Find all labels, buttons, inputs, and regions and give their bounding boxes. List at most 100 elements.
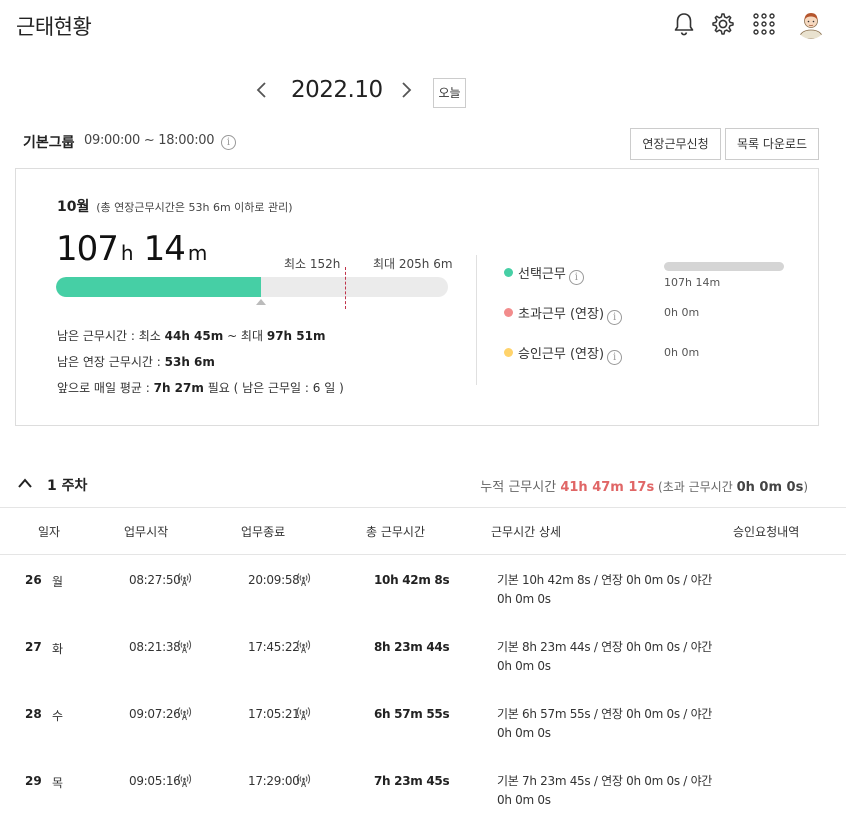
over-value: 0h 0m 0s xyxy=(736,480,804,495)
monthly-summary-card: 10월 (총 연장근무시간은 53h 6m 이하로 관리) 107 h 14 m 최소… xyxy=(15,168,819,426)
column-header: 업무시작 xyxy=(124,525,169,539)
gps-signal-icon[interactable] xyxy=(296,572,311,587)
legend-dot xyxy=(504,348,513,357)
gps-signal-icon[interactable] xyxy=(177,706,192,721)
remaining-hours-text: 남은 근무시간 : 최소 44h 45m ~ 최대 97h 51m xyxy=(57,327,325,344)
minutes-unit: m xyxy=(187,241,208,265)
remaining-ext: 53h 6m xyxy=(164,355,215,369)
info-icon[interactable]: i xyxy=(607,310,623,325)
download-list-button[interactable]: 목록 다운로드 xyxy=(725,128,819,160)
column-header: 승인요청내역 xyxy=(733,525,800,539)
remaining-ext-prefix: 남은 연장 근무시간 : xyxy=(57,355,165,369)
start-time: 08:21:38 xyxy=(129,640,181,654)
column-header: 일자 xyxy=(38,525,61,539)
table-row[interactable]: 27 화 08:21:38 17:45:22 8h 23m 44s 기본 8h … xyxy=(0,637,846,703)
table-row[interactable]: 26 월 08:27:50 20:09:58 10h 42m 8s 기본 10h… xyxy=(0,570,846,636)
current-month: 2022.10 xyxy=(291,77,383,103)
legend-label: 선택근무 xyxy=(518,267,566,282)
approved-work-value: 0h 0m xyxy=(664,346,700,359)
info-icon[interactable]: i xyxy=(221,135,236,150)
page-title: 근태현황 xyxy=(16,15,92,39)
group-name: 기본그룹 xyxy=(23,135,75,151)
info-icon[interactable]: i xyxy=(607,350,623,365)
over-prefix: (초과 근무시간 xyxy=(654,480,737,494)
daily-prefix: 앞으로 매일 평균 : xyxy=(57,381,154,395)
work-progress-bar xyxy=(56,277,448,297)
avatar[interactable] xyxy=(796,9,826,39)
work-group-row: 기본그룹 09:00:00 ~ 18:00:00 i 연장근무신청 목록 다운로… xyxy=(0,128,846,160)
table-row[interactable]: 28 수 09:07:26 17:05:21 6h 57m 55s 기본 6h … xyxy=(0,704,846,770)
day-weekday: 월 xyxy=(52,575,64,589)
total-work-time: 6h 57m 55s xyxy=(374,707,450,721)
gps-signal-icon[interactable] xyxy=(177,639,192,654)
column-header: 업무종료 xyxy=(241,525,286,539)
legend-approved-work: 승인근무 (연장) i xyxy=(504,343,623,365)
summary-title: 10월 (총 연장근무시간은 53h 6m 이하로 관리) xyxy=(57,196,293,216)
daily-suffix: 필요 ( 남은 근무일 : 6 일 ) xyxy=(203,381,344,395)
legend-overtime: 초과근무 (연장) i xyxy=(504,303,623,325)
end-time: 17:29:00 xyxy=(248,774,300,788)
month-navigation: 2022.10 오늘 xyxy=(0,74,846,110)
start-time: 08:27:50 xyxy=(129,573,181,587)
end-time: 17:05:21 xyxy=(248,707,300,721)
total-work-time: 8h 23m 44s xyxy=(374,640,450,654)
legend-selective-work: 선택근무 i xyxy=(504,263,584,285)
max-hours-label: 최대 205h 6m xyxy=(373,257,453,271)
total-hours: 107 xyxy=(56,229,119,269)
column-header: 근무시간 상세 xyxy=(491,525,562,539)
work-progress-fill xyxy=(56,277,261,297)
cum-prefix: 누적 근무시간 xyxy=(480,480,561,495)
chevron-left-icon[interactable] xyxy=(250,76,274,104)
week-header[interactable]: 1 주차 누적 근무시간 41h 47m 17s (초과 근무시간 0h 0m … xyxy=(0,470,846,500)
remaining-overtime-text: 남은 연장 근무시간 : 53h 6m xyxy=(57,353,215,370)
group-time-range: 09:00:00 ~ 18:00:00 xyxy=(84,133,215,148)
gps-signal-icon[interactable] xyxy=(296,773,311,788)
total-worked-time: 107 h 14 m xyxy=(56,229,217,269)
progress-pointer-icon xyxy=(256,299,266,305)
gps-signal-icon[interactable] xyxy=(177,572,192,587)
total-minutes: 14 xyxy=(143,229,186,269)
day-number: 29 xyxy=(25,774,42,788)
daily-avg: 7h 27m xyxy=(153,381,204,395)
table-row[interactable]: 29 목 09:05:16 17:29:00 7h 23m 45s 기본 7h … xyxy=(0,771,846,813)
end-time: 20:09:58 xyxy=(248,573,300,587)
day-number: 28 xyxy=(25,707,42,721)
apps-grid-icon[interactable] xyxy=(751,11,777,37)
work-time-detail: 기본 10h 42m 8s / 연장 0h 0m 0s / 야간 0h 0m 0… xyxy=(497,573,713,606)
gps-signal-icon[interactable] xyxy=(296,639,311,654)
overtime-request-button[interactable]: 연장근무신청 xyxy=(630,128,721,160)
work-time-detail: 기본 8h 23m 44s / 연장 0h 0m 0s / 야간 0h 0m 0… xyxy=(497,640,713,673)
day-weekday: 목 xyxy=(52,776,64,790)
column-header: 총 근무시간 xyxy=(366,525,426,539)
info-icon[interactable]: i xyxy=(568,270,584,285)
work-time-detail: 기본 6h 57m 55s / 연장 0h 0m 0s / 야간 0h 0m 0… xyxy=(497,707,713,740)
start-time: 09:07:26 xyxy=(129,707,181,721)
gps-signal-icon[interactable] xyxy=(296,706,311,721)
remaining-mid: ~ 최대 xyxy=(223,329,267,343)
chevron-right-icon[interactable] xyxy=(394,76,418,104)
gps-signal-icon[interactable] xyxy=(177,773,192,788)
summary-divider xyxy=(476,255,477,385)
over-suffix: ) xyxy=(803,480,808,494)
day-weekday: 화 xyxy=(52,642,64,656)
gear-icon[interactable] xyxy=(710,11,736,37)
total-work-time: 7h 23m 45s xyxy=(374,774,450,788)
bell-icon[interactable] xyxy=(671,11,697,37)
remaining-prefix: 남은 근무시간 : 최소 xyxy=(57,329,165,343)
remaining-min: 44h 45m xyxy=(164,329,224,343)
cumulative-hours: 누적 근무시간 41h 47m 17s (초과 근무시간 0h 0m 0s) xyxy=(480,476,808,495)
remaining-max: 97h 51m xyxy=(266,329,326,343)
min-hours-label: 최소 152h xyxy=(284,257,341,271)
today-button[interactable]: 오늘 xyxy=(433,78,466,108)
day-weekday: 수 xyxy=(52,709,64,723)
cum-value: 41h 47m 17s xyxy=(560,480,655,495)
selective-work-bar xyxy=(664,262,784,271)
overtime-value: 0h 0m xyxy=(664,306,700,319)
chevron-up-icon[interactable] xyxy=(17,476,33,490)
legend-dot xyxy=(504,268,513,277)
table-header: 일자 업무시작 업무종료 총 근무시간 근무시간 상세 승인요청내역 xyxy=(0,507,846,555)
day-number: 27 xyxy=(25,640,42,654)
legend-label: 승인근무 (연장) xyxy=(518,347,605,362)
total-work-time: 10h 42m 8s xyxy=(374,573,450,587)
selective-work-value: 107h 14m xyxy=(664,276,721,289)
